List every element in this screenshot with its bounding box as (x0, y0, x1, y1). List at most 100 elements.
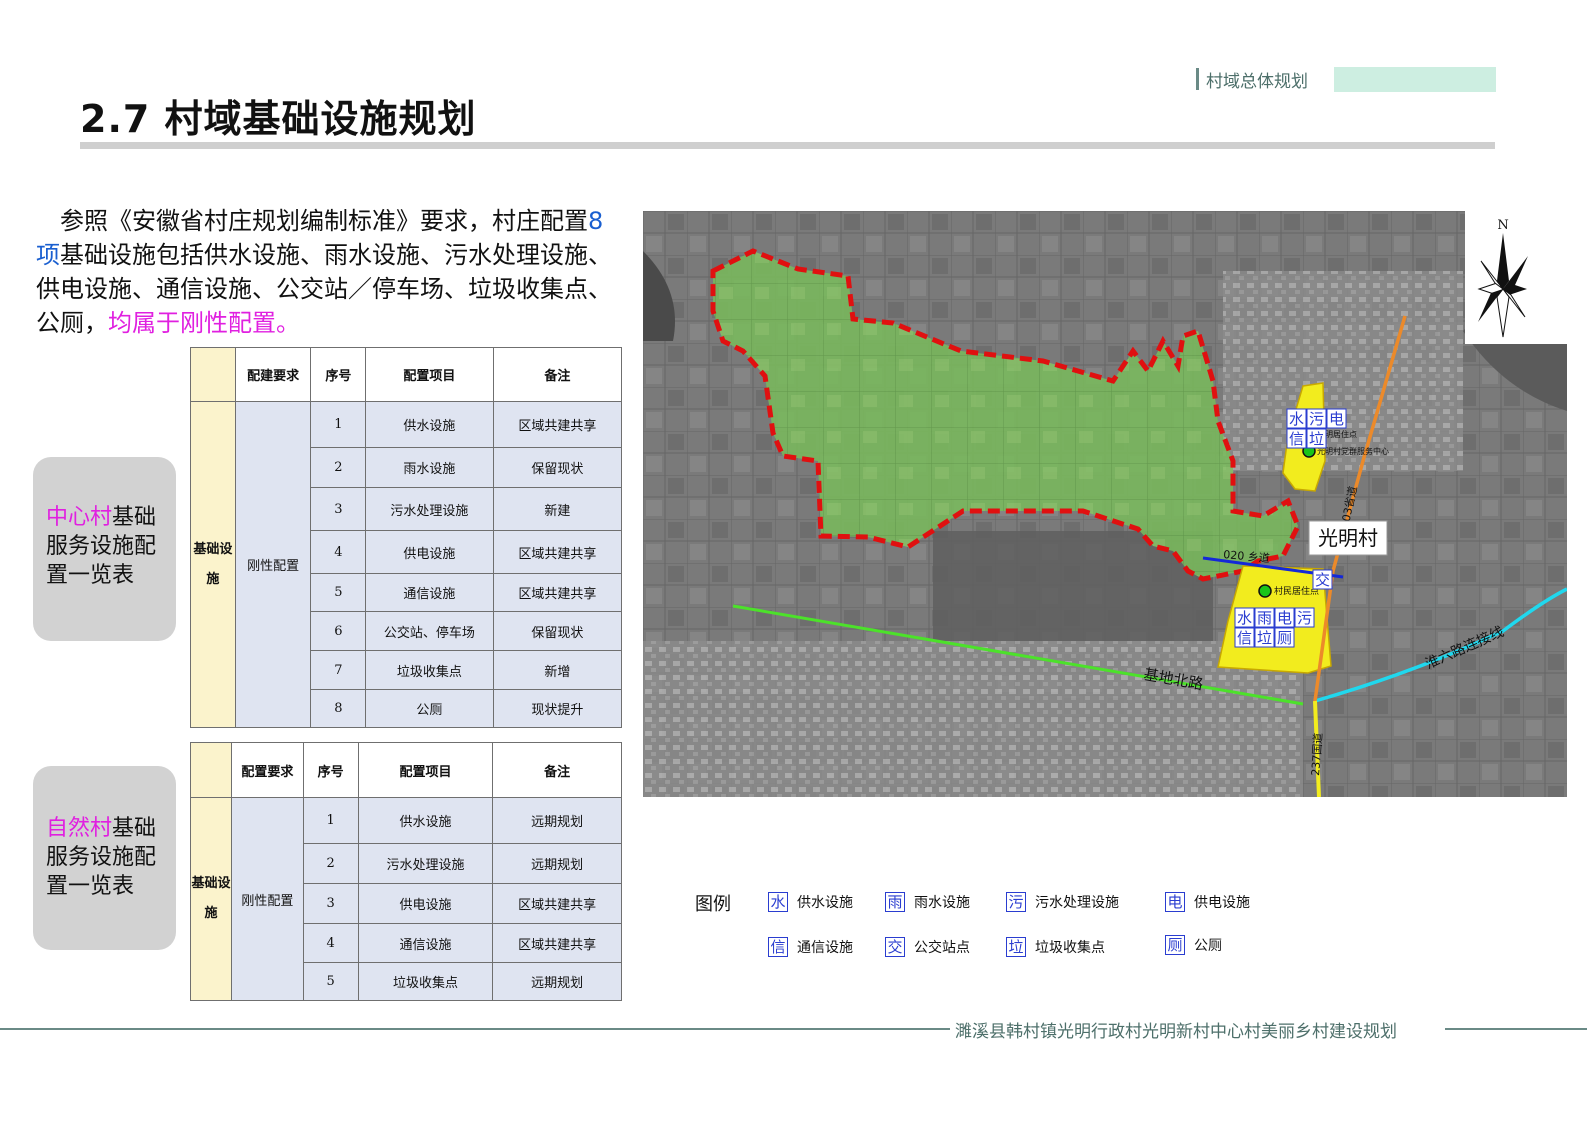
legend-item-waste: 垃垃圾收集点 (1006, 937, 1105, 959)
footer-text: 濉溪县韩村镇光明行政村光明新村中心村美丽乡村建设规划 (955, 1022, 1397, 1042)
footer-rule-left (0, 1028, 950, 1030)
legend-item-telecom: 信通信设施 (768, 937, 853, 959)
lower-toilet-icon-text: 厕 (1277, 629, 1292, 647)
central-village-table: 配建要求 序号 配置项目 备注 基础设施 刚性配置 1 供水设施 区域共建共享 … (190, 347, 623, 728)
row-note: 区域共建共享 (492, 923, 622, 963)
lower-rain-icon-text: 雨 (1257, 609, 1272, 627)
intro-text-1: 参照《安徽省村庄规划编制标准》要求，村庄配置 (60, 207, 588, 235)
row-item: 供水设施 (357, 797, 494, 844)
intro-paragraph: 参照《安徽省村庄规划编制标准》要求，村庄配置8 项基础设施包括供水设施、雨水设施… (36, 204, 626, 340)
village-name: 光明村 (1318, 526, 1378, 550)
row-no: 2 (302, 843, 359, 884)
legend-item-rain: 雨雨水设施 (885, 892, 970, 914)
natural-village-table: 配置要求 序号 配置项目 备注 基础设施 刚性配置 1 供水设施 远期规划 2 … (190, 742, 622, 1001)
upper-power-icon-text: 电 (1329, 410, 1344, 428)
row-no: 1 (302, 797, 359, 844)
legend-item-sewage: 污污水处理设施 (1006, 892, 1119, 914)
row-note: 保留现状 (492, 447, 623, 488)
col-header-no: 序号 (302, 742, 359, 798)
legend-rain-icon: 雨 (885, 892, 905, 912)
row-note: 远期规划 (492, 962, 622, 1001)
bus-stop-icon-text: 交 (1315, 571, 1330, 589)
row-item: 垃圾收集点 (365, 650, 494, 690)
lower-power-icon-text: 电 (1277, 609, 1292, 627)
legend-item-water: 水供水设施 (768, 892, 853, 914)
legend-waste-icon: 垃 (1006, 937, 1026, 957)
table-row: 基础设施 刚性配置 1 供水设施 区域共建共享 (190, 401, 623, 728)
row-item: 供水设施 (365, 401, 494, 448)
row-item: 污水处理设施 (365, 487, 494, 531)
row-no: 5 (310, 573, 367, 612)
row-note: 新建 (492, 487, 623, 531)
intro-highlight: 均属于刚性配置。 (108, 309, 300, 337)
section-tag-bar (1196, 68, 1199, 90)
col-header-note: 备注 (492, 347, 623, 402)
section-tag-fill (1334, 67, 1496, 92)
lower-water-icon-text: 水 (1237, 609, 1252, 627)
lower-sewage-icon-text: 污 (1297, 609, 1312, 627)
row-item: 公交站、停车场 (365, 611, 494, 651)
row-no: 3 (302, 883, 359, 924)
table-header-row: 配建要求 序号 配置项目 备注 (190, 347, 623, 402)
legend-item-power: 电供电设施 (1165, 892, 1250, 914)
row-item: 雨水设施 (365, 447, 494, 488)
row-no: 6 (310, 611, 367, 651)
upper-water-icon-text: 水 (1289, 410, 1304, 428)
legend-bus-icon: 交 (885, 937, 905, 957)
lower-settlement-point (1258, 584, 1272, 598)
row-item: 公厕 (365, 689, 494, 728)
upper-sewage-icon-text: 污 (1309, 410, 1324, 428)
legend-sewage-icon: 污 (1006, 892, 1026, 912)
row-no: 4 (310, 530, 367, 574)
upper-telecom-icon-text: 信 (1289, 430, 1304, 448)
footer-rule-right (1445, 1028, 1587, 1030)
row-item: 供电设施 (357, 883, 494, 924)
row-no: 4 (302, 923, 359, 963)
row-no: 5 (302, 962, 359, 1001)
upper-waste-icon-text: 垃 (1309, 430, 1324, 448)
lower-waste-icon-text: 垃 (1257, 629, 1272, 647)
natural-village-label-highlight: 自然村 (46, 816, 113, 841)
urban-area-south (643, 641, 1303, 797)
central-village-label-highlight: 中心村 (46, 505, 113, 530)
row-item: 供电设施 (365, 530, 494, 574)
row-item: 污水处理设施 (357, 843, 494, 884)
row-note: 保留现状 (492, 611, 623, 651)
title-divider (80, 142, 1495, 149)
row-note: 远期规划 (492, 843, 622, 884)
row-item: 通信设施 (365, 573, 494, 612)
col-header-note: 备注 (492, 742, 622, 798)
category-cell: 基础设施 (190, 401, 236, 728)
page-title: 2.7 村域基础设施规划 (80, 97, 477, 141)
row-note: 远期规划 (492, 797, 622, 844)
row-no: 7 (310, 650, 367, 690)
row-no: 1 (310, 401, 367, 448)
urban-area-northeast (1223, 271, 1463, 471)
row-no: 3 (310, 487, 367, 531)
upper-settlement-center-label: 光明村党群服务中心 (1317, 446, 1389, 456)
village-infrastructure-map: 基地北路 淮六路连接线 020 乡道 203省道 237国道 光明村 光明居住点… (643, 211, 1567, 797)
row-no: 2 (310, 447, 367, 488)
north-letter: N (1497, 218, 1508, 233)
category-cell: 基础设施 (190, 797, 232, 1001)
row-no: 8 (310, 689, 367, 728)
lower-telecom-icon-text: 信 (1237, 629, 1252, 647)
legend-item-bus: 交公交站点 (885, 937, 970, 959)
col-header-requirement: 配置要求 (230, 742, 304, 798)
section-tag: 村域总体规划 (1196, 66, 1496, 92)
row-item: 垃圾收集点 (357, 962, 494, 1001)
legend-power-icon: 电 (1165, 892, 1185, 912)
central-village-label: 中心村基础服务设施配置一览表 (33, 457, 176, 641)
row-note: 区域共建共享 (492, 883, 622, 924)
row-note: 新增 (492, 650, 623, 690)
table-row: 基础设施 刚性配置 1 供水设施 远期规划 (190, 797, 622, 1001)
col-header-item: 配置项目 (365, 347, 494, 402)
table-header-row: 配置要求 序号 配置项目 备注 (190, 742, 622, 798)
row-item: 通信设施 (357, 923, 494, 963)
row-note: 区域共建共享 (492, 530, 623, 574)
table-corner (190, 742, 232, 798)
col-header-requirement: 配建要求 (234, 347, 312, 402)
table-corner (190, 347, 236, 402)
col-header-no: 序号 (310, 347, 367, 402)
legend-item-toilet: 厕公厕 (1165, 935, 1222, 957)
